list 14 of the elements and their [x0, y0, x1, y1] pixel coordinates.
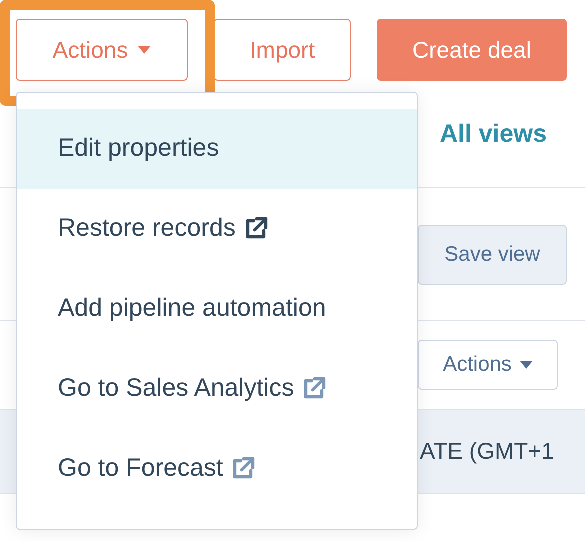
- import-button[interactable]: Import: [214, 19, 351, 81]
- menu-item[interactable]: Restore records: [17, 189, 417, 269]
- menu-item[interactable]: Add pipeline automation: [17, 269, 417, 349]
- column-header: ATE (GMT+1: [420, 437, 554, 466]
- create-deal-button[interactable]: Create deal: [377, 19, 567, 81]
- caret-icon: [520, 361, 533, 369]
- menu-item[interactable]: Go to Forecast: [17, 429, 417, 509]
- caret-icon: [138, 46, 152, 54]
- actions-button[interactable]: Actions: [16, 19, 188, 81]
- all-views-link[interactable]: All views: [440, 116, 547, 154]
- menu-item[interactable]: Go to Sales Analytics: [17, 349, 417, 429]
- menu-item[interactable]: Edit properties: [17, 109, 417, 189]
- save-view-button[interactable]: Save view: [418, 225, 567, 285]
- actions-dropdown-button[interactable]: Actions: [418, 340, 558, 390]
